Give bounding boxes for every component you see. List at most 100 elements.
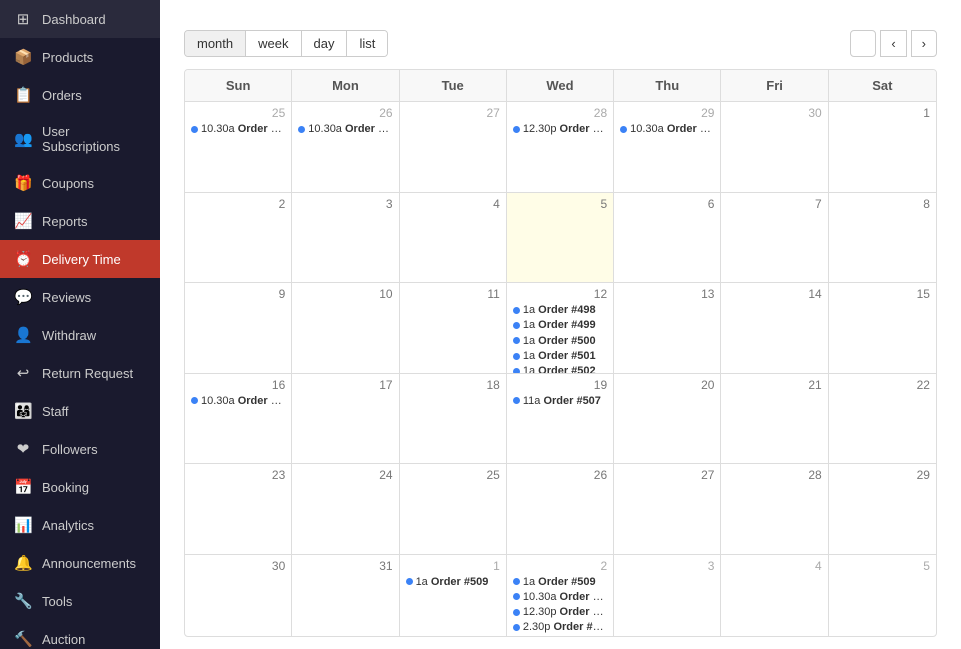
- calendar-day[interactable]: 31: [292, 555, 399, 638]
- sidebar-label-auction: Auction: [42, 632, 146, 647]
- calendar-day[interactable]: 22: [829, 374, 936, 464]
- calendar-day[interactable]: 5: [507, 193, 614, 283]
- sidebar-item-tools[interactable]: 🔧Tools: [0, 582, 160, 620]
- sidebar-label-tools: Tools: [42, 594, 146, 609]
- calendar-event[interactable]: 2.30p Order #496: [513, 620, 607, 634]
- day-number: 30: [191, 559, 285, 573]
- calendar-day[interactable]: 14: [721, 283, 828, 373]
- day-number: 7: [727, 197, 821, 211]
- calendar-day[interactable]: 1911a Order #507: [507, 374, 614, 464]
- calendar-event[interactable]: 10.30a Order #405: [620, 122, 714, 136]
- calendar-day[interactable]: 3: [292, 193, 399, 283]
- view-list-button[interactable]: list: [347, 31, 387, 56]
- calendar-day[interactable]: 27: [400, 102, 507, 192]
- nav-buttons: ‹ ›: [850, 30, 937, 57]
- calendar-event[interactable]: 1a Order #501: [513, 349, 607, 363]
- calendar-event[interactable]: 10.30a Order #475: [298, 122, 392, 136]
- calendar-event[interactable]: 1a Order #500: [513, 334, 607, 348]
- calendar-day[interactable]: 1610.30a Order #497: [185, 374, 292, 464]
- event-dot-icon: [298, 126, 305, 133]
- sidebar-item-products[interactable]: 📦Products: [0, 38, 160, 76]
- calendar-day[interactable]: 121a Order #4981a Order #4991a Order #50…: [507, 283, 614, 373]
- sidebar-item-dashboard[interactable]: ⊞Dashboard: [0, 0, 160, 38]
- calendar-day[interactable]: 2812.30p Order #406: [507, 102, 614, 192]
- event-text: 10.30a Order #405: [630, 122, 714, 136]
- sidebar-item-announcements[interactable]: 🔔Announcements: [0, 544, 160, 582]
- event-text: 1a Order #498: [523, 303, 596, 317]
- sidebar-item-analytics[interactable]: 📊Analytics: [0, 506, 160, 544]
- calendar-event[interactable]: 11a Order #507: [513, 394, 607, 408]
- sidebar-item-followers[interactable]: ❤Followers: [0, 430, 160, 468]
- event-dot-icon: [191, 126, 198, 133]
- calendar-day[interactable]: 11a Order #509: [400, 555, 507, 638]
- sidebar-item-user-subscriptions[interactable]: 👥User Subscriptions: [0, 114, 160, 164]
- calendar-day[interactable]: 2610.30a Order #475: [292, 102, 399, 192]
- calendar-day[interactable]: 23: [185, 464, 292, 554]
- calendar-day[interactable]: 30: [721, 102, 828, 192]
- calendar-day[interactable]: 26: [507, 464, 614, 554]
- calendar-day[interactable]: 1: [829, 102, 936, 192]
- calendar-day[interactable]: 4: [721, 555, 828, 638]
- calendar-day[interactable]: 29: [829, 464, 936, 554]
- calendar-day[interactable]: 15: [829, 283, 936, 373]
- view-week-button[interactable]: week: [246, 31, 301, 56]
- calendar-event[interactable]: 1a Order #499: [513, 318, 607, 332]
- calendar-event[interactable]: 10.30a Order #497: [191, 394, 285, 408]
- calendar-day[interactable]: 24: [292, 464, 399, 554]
- calendar-day[interactable]: 25: [400, 464, 507, 554]
- calendar-day[interactable]: 13: [614, 283, 721, 373]
- event-text: 10.30a Order #475: [308, 122, 392, 136]
- day-number: 5: [835, 559, 930, 573]
- sidebar-item-booking[interactable]: 📅Booking: [0, 468, 160, 506]
- calendar-event[interactable]: 10.30a Order #478: [191, 122, 285, 136]
- sidebar-item-auction[interactable]: 🔨Auction: [0, 620, 160, 649]
- calendar-day[interactable]: 2510.30a Order #478: [185, 102, 292, 192]
- event-text: 10.30a Order #497: [201, 394, 285, 408]
- sidebar-item-staff[interactable]: 👨‍👩‍👧Staff: [0, 392, 160, 430]
- sidebar-item-reviews[interactable]: 💬Reviews: [0, 278, 160, 316]
- calendar-day[interactable]: 30: [185, 555, 292, 638]
- calendar-day[interactable]: 21: [721, 374, 828, 464]
- calendar-day[interactable]: 6: [614, 193, 721, 283]
- view-month-button[interactable]: month: [185, 31, 246, 56]
- calendar-day[interactable]: 10: [292, 283, 399, 373]
- sidebar-label-coupons: Coupons: [42, 176, 146, 191]
- calendar-day[interactable]: 28: [721, 464, 828, 554]
- sidebar-item-delivery-time[interactable]: ⏰Delivery Time: [0, 240, 160, 278]
- calendar-event[interactable]: 10.30a Order #494: [513, 590, 607, 604]
- calendar-event[interactable]: 1a Order #509: [513, 575, 607, 589]
- calendar-event[interactable]: 1a Order #502: [513, 364, 607, 372]
- view-day-button[interactable]: day: [302, 31, 348, 56]
- event-dot-icon: [513, 609, 520, 616]
- calendar-event[interactable]: 1a Order #498: [513, 303, 607, 317]
- calendar-day[interactable]: 27: [614, 464, 721, 554]
- day-number: 27: [406, 106, 500, 120]
- calendar-day[interactable]: 2: [185, 193, 292, 283]
- prev-month-button[interactable]: ‹: [880, 30, 906, 57]
- next-month-button[interactable]: ›: [911, 30, 937, 57]
- day-number: 15: [835, 287, 930, 301]
- sidebar-item-coupons[interactable]: 🎁Coupons: [0, 164, 160, 202]
- event-dot-icon: [513, 126, 520, 133]
- calendar-day[interactable]: 9: [185, 283, 292, 373]
- sidebar-item-orders[interactable]: 📋Orders: [0, 76, 160, 114]
- calendar-day[interactable]: 2910.30a Order #405: [614, 102, 721, 192]
- calendar-day[interactable]: 21a Order #50910.30a Order #49412.30p Or…: [507, 555, 614, 638]
- sidebar-item-withdraw[interactable]: 👤Withdraw: [0, 316, 160, 354]
- sidebar-label-dashboard: Dashboard: [42, 12, 146, 27]
- sidebar-item-reports[interactable]: 📈Reports: [0, 202, 160, 240]
- calendar-day[interactable]: 20: [614, 374, 721, 464]
- calendar-day[interactable]: 7: [721, 193, 828, 283]
- calendar-event[interactable]: 12.30p Order #406: [513, 122, 607, 136]
- calendar-day[interactable]: 8: [829, 193, 936, 283]
- calendar-event[interactable]: 12.30p Order #495: [513, 605, 607, 619]
- calendar-day[interactable]: 5: [829, 555, 936, 638]
- sidebar-item-return-request[interactable]: ↩Return Request: [0, 354, 160, 392]
- calendar-day[interactable]: 3: [614, 555, 721, 638]
- calendar-day[interactable]: 18: [400, 374, 507, 464]
- today-button[interactable]: [850, 30, 876, 57]
- calendar-day[interactable]: 17: [292, 374, 399, 464]
- calendar-event[interactable]: 1a Order #509: [406, 575, 500, 589]
- calendar-day[interactable]: 4: [400, 193, 507, 283]
- calendar-day[interactable]: 11: [400, 283, 507, 373]
